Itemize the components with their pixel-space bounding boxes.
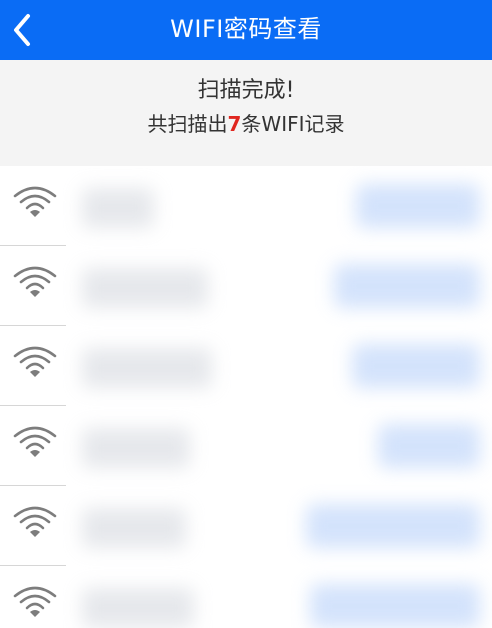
scan-result-text: 共扫描出7条WIFI记录 xyxy=(0,110,492,138)
wifi-list-item[interactable] xyxy=(0,166,492,246)
wifi-icon xyxy=(13,506,57,537)
scan-summary: 扫描完成! 共扫描出7条WIFI记录 xyxy=(0,60,492,166)
scan-status-text: 扫描完成! xyxy=(197,78,295,103)
wifi-list-item[interactable] xyxy=(0,406,492,486)
wifi-name-blurred xyxy=(82,348,212,388)
wifi-list-item[interactable] xyxy=(0,326,492,406)
wifi-name-blurred xyxy=(82,188,154,228)
wifi-icon xyxy=(13,426,57,457)
wifi-list-item[interactable] xyxy=(0,566,492,628)
result-suffix: 条WIFI记录 xyxy=(241,112,345,136)
wifi-icon xyxy=(13,346,57,377)
wifi-list xyxy=(0,166,492,628)
app-screen: WIFI密码查看 扫描完成! 共扫描出7条WIFI记录 xyxy=(0,0,492,628)
wifi-list-item[interactable] xyxy=(0,486,492,566)
page-title: WIFI密码查看 xyxy=(170,15,322,43)
wifi-password-blurred xyxy=(378,424,480,468)
wifi-name-blurred xyxy=(82,428,190,468)
wifi-name-blurred xyxy=(82,508,186,548)
wifi-icon xyxy=(13,586,57,617)
wifi-name-blurred xyxy=(82,588,194,628)
top-bar: WIFI密码查看 xyxy=(0,0,492,60)
wifi-password-blurred xyxy=(334,264,480,308)
wifi-password-blurred xyxy=(306,504,480,548)
wifi-password-blurred xyxy=(310,584,480,628)
wifi-icon xyxy=(13,186,57,217)
result-count: 7 xyxy=(227,112,242,136)
wifi-password-blurred xyxy=(356,184,480,228)
result-prefix: 共扫描出 xyxy=(147,112,228,136)
wifi-name-blurred xyxy=(82,268,208,308)
wifi-icon xyxy=(13,266,57,297)
wifi-password-blurred xyxy=(352,344,480,388)
wifi-list-item[interactable] xyxy=(0,246,492,326)
